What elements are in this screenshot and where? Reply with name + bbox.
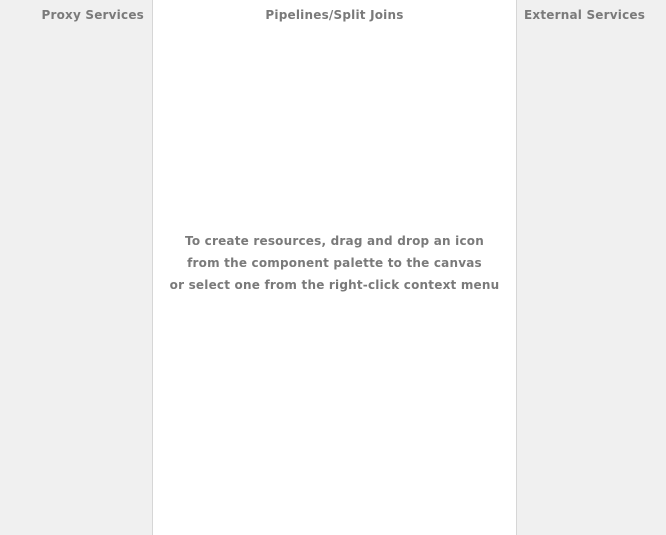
overview-canvas[interactable]: Proxy Services Pipelines/Split Joins To …	[0, 0, 666, 535]
proxy-services-lane[interactable]: Proxy Services	[0, 0, 153, 535]
pipelines-split-joins-title: Pipelines/Split Joins	[265, 8, 404, 22]
hint-line: To create resources, drag and drop an ic…	[185, 234, 484, 248]
empty-canvas-hint: To create resources, drag and drop an ic…	[153, 230, 516, 296]
pipelines-split-joins-lane[interactable]: Pipelines/Split Joins To create resource…	[153, 0, 517, 535]
external-services-lane[interactable]: External Services	[517, 0, 666, 535]
external-services-title: External Services	[524, 8, 646, 22]
proxy-services-title: Proxy Services	[41, 8, 144, 22]
hint-line: from the component palette to the canvas	[187, 256, 482, 270]
hint-line: or select one from the right-click conte…	[169, 278, 500, 292]
